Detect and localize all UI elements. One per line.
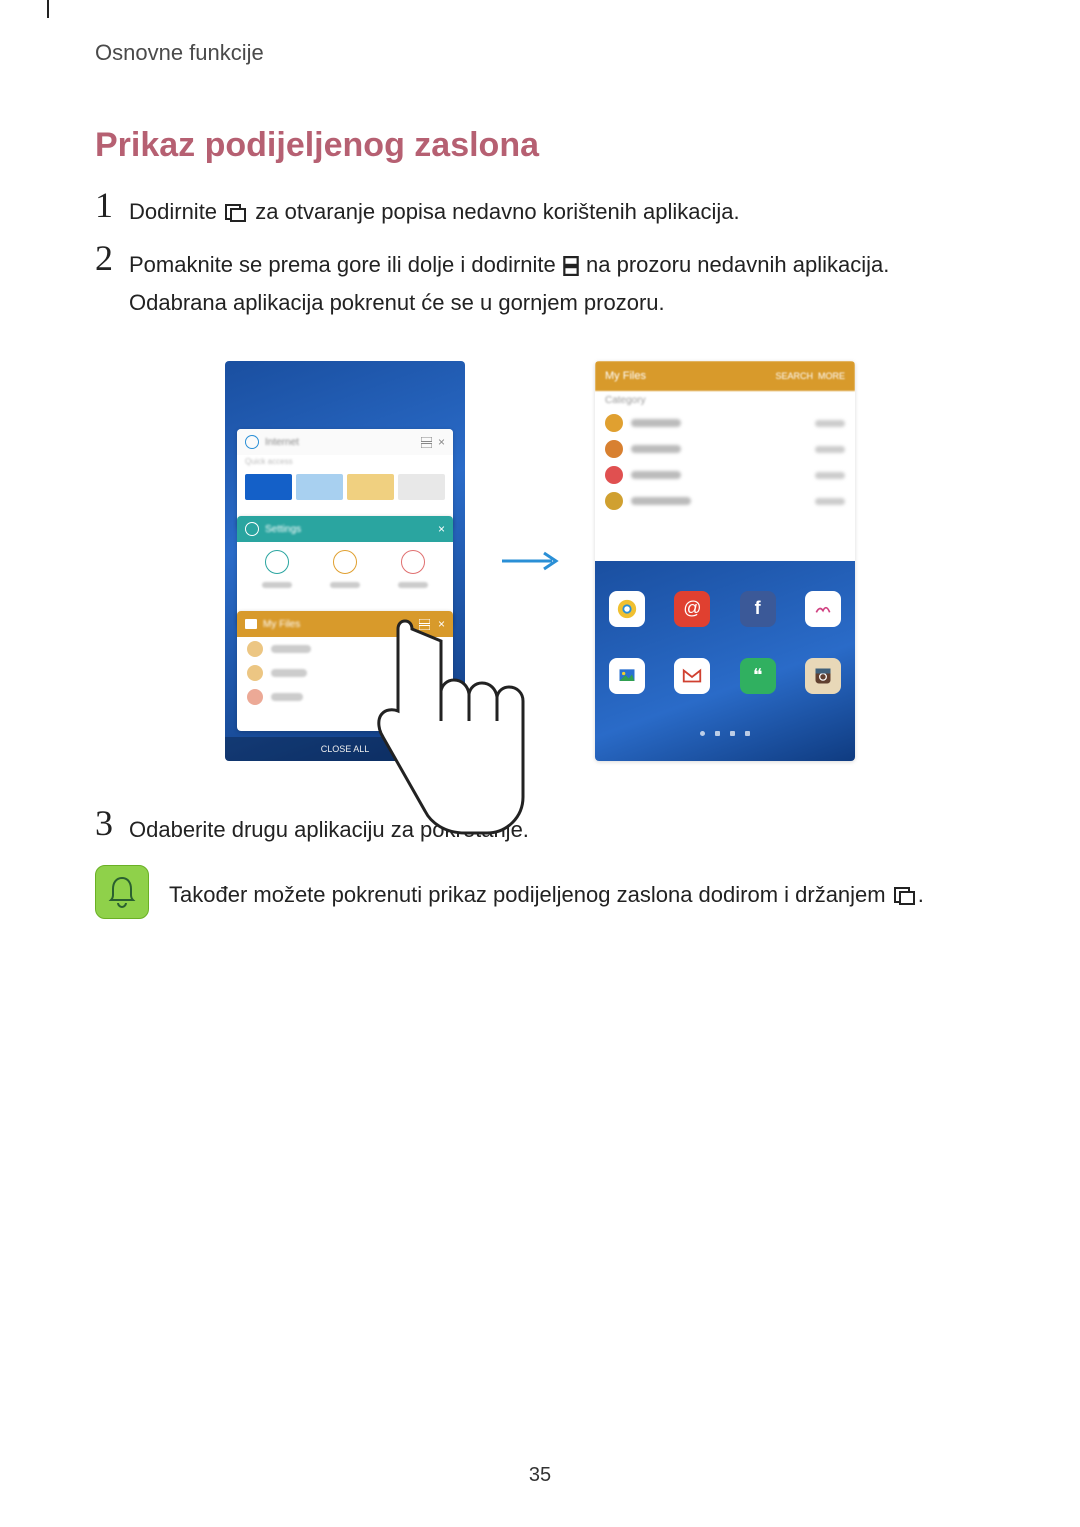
breadcrumb: Osnovne funkcije (95, 40, 985, 66)
split-icon (419, 619, 430, 630)
documents-icon (605, 492, 623, 510)
gmail-icon (674, 658, 710, 694)
step-number: 2 (95, 240, 129, 276)
split-bottom-panel: @ f ❝ (595, 561, 855, 761)
instagram-icon (805, 658, 841, 694)
category-label: Category (595, 391, 855, 410)
card-title: My Files (263, 619, 300, 630)
images-icon (605, 414, 623, 432)
tip-before: Također možete pokrenuti prikaz podijelj… (169, 882, 892, 907)
close-icon: × (438, 618, 445, 630)
panel-title: My Files (605, 370, 646, 382)
card-title: Internet (265, 437, 299, 448)
recent-card-settings: Settings × (237, 516, 453, 626)
figure-left-wrapper: Internet × Quick access Se (225, 361, 465, 761)
recent-card-internet: Internet × Quick access (237, 429, 453, 529)
picture-icon (609, 658, 645, 694)
step-1-text: Dodirnite za otvaranje popisa nedavno ko… (129, 193, 985, 230)
section-title: Prikaz podijeljenog zaslona (95, 126, 985, 165)
step-2-before: Pomaknite se prema gore ili dolje i dodi… (129, 252, 562, 277)
row-label (631, 471, 681, 479)
recent-apps-icon (892, 881, 918, 901)
split-icon (421, 437, 432, 448)
nav-dots (609, 725, 841, 742)
step-3-text: Odaberite drugu aplikaciju za pokretanje… (129, 811, 985, 848)
audio-icon (605, 466, 623, 484)
step-2-line2: Odabrana aplikacija pokrenut će se u gor… (129, 290, 665, 315)
recent-card-files: My Files × (237, 611, 453, 731)
page-number: 35 (0, 1464, 1080, 1487)
split-screen-icon (562, 250, 580, 270)
figure: Internet × Quick access Se (95, 361, 985, 761)
phone-recent-apps: Internet × Quick access Se (225, 361, 465, 761)
email-icon: @ (674, 591, 710, 627)
row-label (631, 445, 681, 453)
globe-icon (245, 435, 259, 449)
hangouts-icon: ❝ (740, 658, 776, 694)
row-label (631, 497, 691, 505)
close-icon: × (438, 523, 445, 535)
page-content: Osnovne funkcije Prikaz podijeljenog zas… (0, 0, 1080, 919)
facebook-icon: f (740, 591, 776, 627)
chrome-icon (609, 591, 645, 627)
step-number: 1 (95, 187, 129, 223)
step-1-before: Dodirnite (129, 199, 223, 224)
close-all-button: CLOSE ALL (225, 737, 465, 761)
close-icon: × (438, 436, 445, 448)
step-number: 3 (95, 805, 129, 841)
row-label (631, 419, 681, 427)
step-3: 3 Odaberite drugu aplikaciju za pokretan… (95, 811, 985, 848)
step-2: 2 Pomaknite se prema gore ili dolje i do… (95, 246, 985, 321)
videos-icon (605, 440, 623, 458)
step-2-after: na prozoru nedavnih aplikacija. (586, 252, 889, 277)
bell-tip-icon (95, 865, 149, 919)
gear-icon (245, 522, 259, 536)
recent-apps-icon (223, 197, 249, 217)
step-1: 1 Dodirnite za otvaranje popisa nedavno … (95, 193, 985, 230)
step-1-after: za otvaranje popisa nedavno korištenih a… (255, 199, 739, 224)
tip-after: . (918, 882, 924, 907)
card-title: Settings (265, 524, 301, 535)
split-top-panel: My Files SEARCH MORE Category (595, 361, 855, 561)
arrow-right-icon (495, 551, 565, 571)
folder-icon (245, 619, 257, 629)
tip-block: Također možete pokrenuti prikaz podijelj… (95, 865, 985, 919)
tip-text: Također možete pokrenuti prikaz podijelj… (169, 865, 924, 912)
gallery-icon (805, 591, 841, 627)
step-2-text: Pomaknite se prema gore ili dolje i dodi… (129, 246, 985, 321)
phone-split-result: My Files SEARCH MORE Category @ f (595, 361, 855, 761)
crop-mark (47, 0, 49, 18)
